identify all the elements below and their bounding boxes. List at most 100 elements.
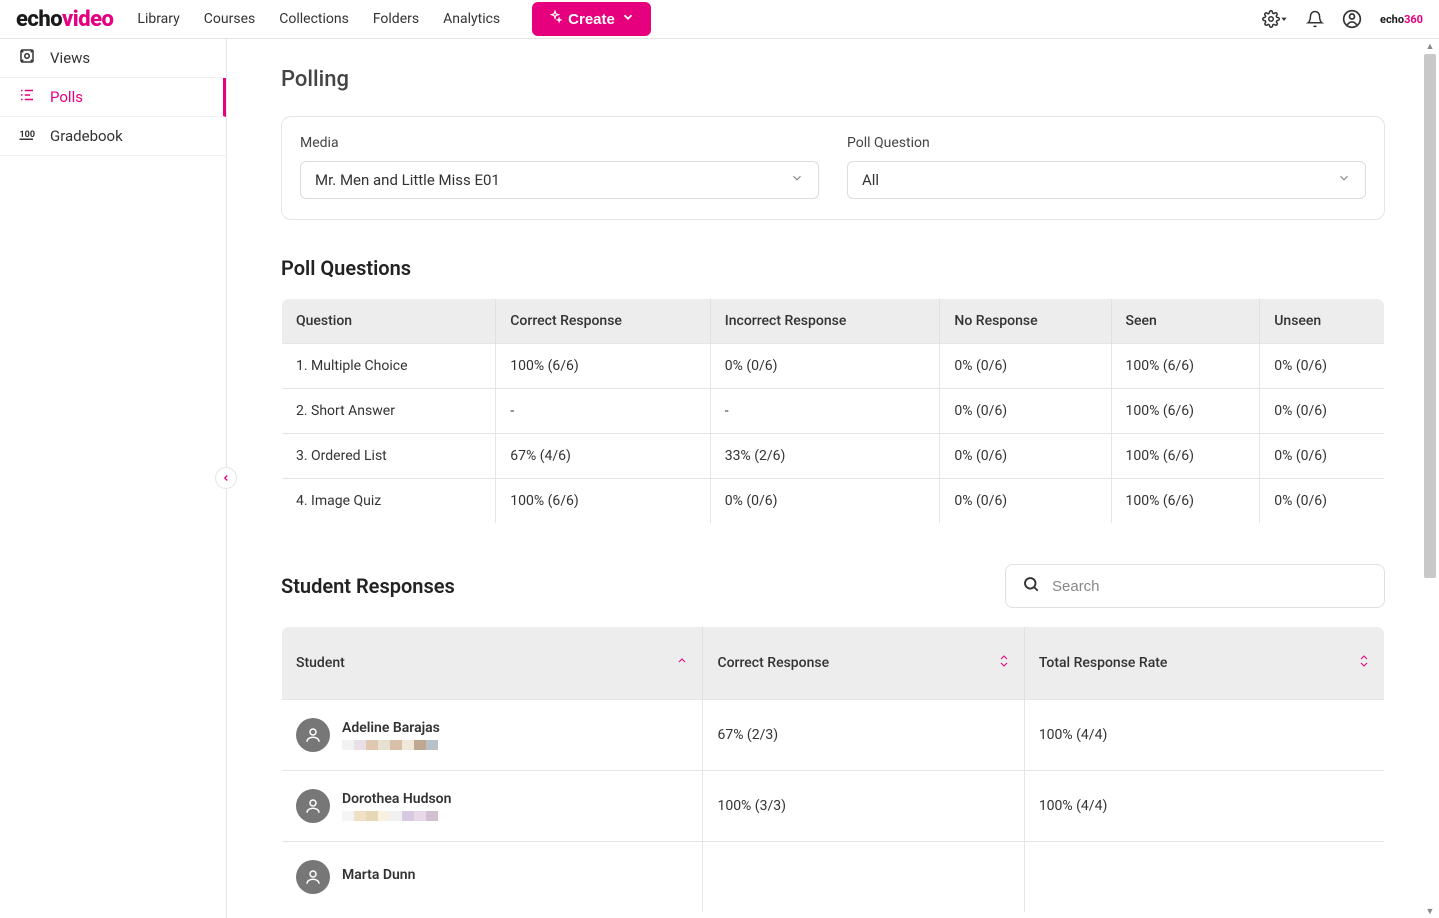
- table-row[interactable]: 4. Image Quiz100% (6/6)0% (0/6)0% (0/6)1…: [282, 479, 1385, 524]
- settings-icon[interactable]: [1262, 10, 1288, 28]
- cell-noresp: 0% (0/6): [940, 434, 1111, 479]
- search-input[interactable]: [1052, 578, 1368, 595]
- nav-courses[interactable]: Courses: [204, 11, 255, 27]
- cell-correct: 100% (3/3): [703, 771, 1024, 842]
- media-select-value: Mr. Men and Little Miss E01: [315, 171, 500, 189]
- cell-seen: 100% (6/6): [1111, 434, 1260, 479]
- table-row[interactable]: 1. Multiple Choice100% (6/6)0% (0/6)0% (…: [282, 344, 1385, 389]
- search-icon: [1022, 575, 1040, 597]
- main-content: Polling Media Mr. Men and Little Miss E0…: [227, 39, 1439, 918]
- cell-noresp: 0% (0/6): [940, 479, 1111, 524]
- cell-total: 100% (4/4): [1024, 700, 1384, 771]
- cell-noresp: 0% (0/6): [940, 344, 1111, 389]
- avatar: [296, 789, 330, 823]
- filter-media: Media Mr. Men and Little Miss E01: [300, 135, 819, 199]
- search-box[interactable]: [1005, 564, 1385, 608]
- nav-folders[interactable]: Folders: [373, 11, 419, 27]
- sort-asc-icon: [676, 655, 688, 671]
- sidebar-item-label: Views: [50, 49, 90, 67]
- cell-correct: 67% (2/3): [703, 700, 1024, 771]
- avatar: [296, 718, 330, 752]
- brand-mark: echo360: [1380, 13, 1423, 26]
- scroll-down-arrow[interactable]: ▼: [1424, 905, 1436, 917]
- cell-incorrect: 33% (2/6): [710, 434, 940, 479]
- sidebar-item-polls[interactable]: Polls: [0, 78, 226, 117]
- cell-correct: [703, 842, 1024, 913]
- cell-seen: 100% (6/6): [1111, 344, 1260, 389]
- student-responses-heading: Student Responses: [281, 574, 455, 598]
- cell-question: 1. Multiple Choice: [282, 344, 496, 389]
- col-student[interactable]: Student: [282, 627, 703, 700]
- cell-unseen: 0% (0/6): [1260, 389, 1385, 434]
- cell-student: Adeline Barajas: [282, 700, 703, 771]
- student-responses-table: Student Correct Response Total Response …: [281, 626, 1385, 913]
- col-question[interactable]: Question: [282, 299, 496, 344]
- cell-seen: 100% (6/6): [1111, 479, 1260, 524]
- sidebar-item-label: Polls: [50, 88, 83, 106]
- filter-card: Media Mr. Men and Little Miss E01 Poll Q…: [281, 116, 1385, 220]
- scrollbar-thumb[interactable]: [1424, 54, 1436, 578]
- cell-question: 4. Image Quiz: [282, 479, 496, 524]
- sort-both-icon: [1358, 653, 1370, 673]
- nav-collections[interactable]: Collections: [279, 11, 349, 27]
- table-row[interactable]: 3. Ordered List67% (4/6)33% (2/6)0% (0/6…: [282, 434, 1385, 479]
- cell-student: Marta Dunn: [282, 842, 703, 913]
- user-icon[interactable]: [1342, 9, 1362, 29]
- col-unseen[interactable]: Unseen: [1260, 299, 1385, 344]
- cell-question: 2. Short Answer: [282, 389, 496, 434]
- col-noresp[interactable]: No Response: [940, 299, 1111, 344]
- cell-incorrect: 0% (0/6): [710, 479, 940, 524]
- cell-correct: -: [496, 389, 710, 434]
- cell-unseen: 0% (0/6): [1260, 434, 1385, 479]
- top-nav: Library Courses Collections Folders Anal…: [137, 2, 650, 36]
- sparkle-icon: [548, 10, 562, 28]
- filter-media-label: Media: [300, 135, 819, 151]
- sidebar-item-views[interactable]: Views: [0, 39, 226, 78]
- cell-total: 100% (4/4): [1024, 771, 1384, 842]
- create-button[interactable]: Create: [532, 2, 651, 36]
- sidebar: Views Polls 100 Gradebook: [0, 39, 227, 918]
- table-row[interactable]: Marta Dunn: [282, 842, 1385, 913]
- scroll-up-arrow[interactable]: ▲: [1424, 40, 1436, 52]
- cell-correct: 100% (6/6): [496, 479, 710, 524]
- scrollbar[interactable]: ▲ ▼: [1424, 42, 1436, 915]
- logo[interactable]: echovideo: [16, 7, 113, 32]
- topbar: echovideo Library Courses Collections Fo…: [0, 0, 1439, 39]
- avatar: [296, 860, 330, 894]
- table-row[interactable]: Dorothea Hudson 100% (3/3)100% (4/4): [282, 771, 1385, 842]
- student-name: Dorothea Hudson: [342, 791, 451, 807]
- col-correct[interactable]: Correct Response: [496, 299, 710, 344]
- sidebar-item-gradebook[interactable]: 100 Gradebook: [0, 117, 226, 156]
- cell-correct: 100% (6/6): [496, 344, 710, 389]
- chevron-down-icon: [1337, 171, 1351, 189]
- student-name: Adeline Barajas: [342, 720, 440, 736]
- col-correct-response[interactable]: Correct Response: [703, 627, 1024, 700]
- color-strip: [342, 740, 440, 750]
- media-select[interactable]: Mr. Men and Little Miss E01: [300, 161, 819, 199]
- chevron-down-icon: [790, 171, 804, 189]
- student-name: Marta Dunn: [342, 867, 415, 883]
- nav-analytics[interactable]: Analytics: [443, 11, 500, 27]
- col-incorrect[interactable]: Incorrect Response: [710, 299, 940, 344]
- col-total-response[interactable]: Total Response Rate: [1024, 627, 1384, 700]
- cell-incorrect: -: [710, 389, 940, 434]
- sidebar-collapse-button[interactable]: [215, 467, 237, 489]
- bell-icon[interactable]: [1306, 10, 1324, 28]
- poll-questions-heading: Poll Questions: [281, 256, 1385, 280]
- cell-unseen: 0% (0/6): [1260, 344, 1385, 389]
- table-row[interactable]: Adeline Barajas 67% (2/3)100% (4/4): [282, 700, 1385, 771]
- views-icon: [18, 47, 36, 69]
- sort-both-icon: [998, 653, 1010, 673]
- table-row[interactable]: 2. Short Answer--0% (0/6)100% (6/6)0% (0…: [282, 389, 1385, 434]
- page-title: Polling: [281, 67, 1385, 92]
- col-seen[interactable]: Seen: [1111, 299, 1260, 344]
- filter-question: Poll Question All: [847, 135, 1366, 199]
- logo-part2: video: [62, 7, 113, 32]
- question-select-value: All: [862, 171, 879, 189]
- cell-question: 3. Ordered List: [282, 434, 496, 479]
- sidebar-item-label: Gradebook: [50, 127, 123, 145]
- logo-part1: echo: [16, 7, 62, 32]
- topbar-right: echo360: [1262, 9, 1423, 29]
- question-select[interactable]: All: [847, 161, 1366, 199]
- nav-library[interactable]: Library: [137, 11, 179, 27]
